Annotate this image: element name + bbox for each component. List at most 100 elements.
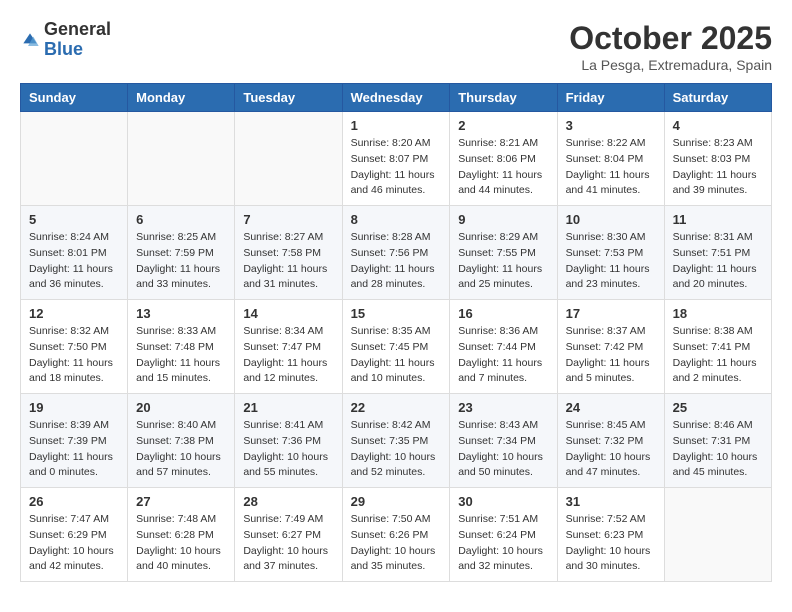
day-info: Sunrise: 7:51 AMSunset: 6:24 PMDaylight:… [458,512,548,575]
day-number: 10 [566,212,656,227]
calendar-cell: 4 Sunrise: 8:23 AMSunset: 8:03 PMDaylight… [664,112,771,206]
day-info: Sunrise: 8:27 AMSunset: 7:58 PMDaylight:… [243,230,333,293]
calendar-cell [128,112,235,206]
weekday-header: Saturday [664,84,771,112]
calendar-cell: 11 Sunrise: 8:31 AMSunset: 7:51 PMDayligh… [664,206,771,300]
calendar-cell: 9 Sunrise: 8:29 AMSunset: 7:55 PMDaylight… [450,206,557,300]
day-info: Sunrise: 8:20 AMSunset: 8:07 PMDaylight:… [351,136,442,199]
day-info: Sunrise: 8:23 AMSunset: 8:03 PMDaylight:… [673,136,763,199]
calendar-cell: 21 Sunrise: 8:41 AMSunset: 7:36 PMDayligh… [235,394,342,488]
day-number: 7 [243,212,333,227]
day-info: Sunrise: 8:22 AMSunset: 8:04 PMDaylight:… [566,136,656,199]
day-number: 28 [243,494,333,509]
day-info: Sunrise: 7:48 AMSunset: 6:28 PMDaylight:… [136,512,226,575]
day-number: 5 [29,212,119,227]
day-info: Sunrise: 8:28 AMSunset: 7:56 PMDaylight:… [351,230,442,293]
day-number: 9 [458,212,548,227]
calendar-cell: 19 Sunrise: 8:39 AMSunset: 7:39 PMDayligh… [21,394,128,488]
weekday-header: Sunday [21,84,128,112]
calendar-week-row: 26 Sunrise: 7:47 AMSunset: 6:29 PMDayligh… [21,488,772,582]
day-info: Sunrise: 8:42 AMSunset: 7:35 PMDaylight:… [351,418,442,481]
day-info: Sunrise: 8:36 AMSunset: 7:44 PMDaylight:… [458,324,548,387]
calendar-cell: 18Sunrise: 8:38 AMSunset: 7:41 PMDayligh… [664,300,771,394]
calendar-cell: 8 Sunrise: 8:28 AMSunset: 7:56 PMDaylight… [342,206,450,300]
day-number: 8 [351,212,442,227]
calendar-cell: 2 Sunrise: 8:21 AMSunset: 8:06 PMDaylight… [450,112,557,206]
calendar-cell: 25 Sunrise: 8:46 AMSunset: 7:31 PMDayligh… [664,394,771,488]
calendar-cell: 13 Sunrise: 8:33 AMSunset: 7:48 PMDayligh… [128,300,235,394]
day-number: 20 [136,400,226,415]
calendar-header-row: SundayMondayTuesdayWednesdayThursdayFrid… [21,84,772,112]
day-number: 26 [29,494,119,509]
day-number: 27 [136,494,226,509]
day-info: Sunrise: 7:49 AMSunset: 6:27 PMDaylight:… [243,512,333,575]
day-number: 21 [243,400,333,415]
calendar-week-row: 1 Sunrise: 8:20 AMSunset: 8:07 PMDaylight… [21,112,772,206]
day-info: Sunrise: 8:37 AMSunset: 7:42 PMDaylight:… [566,324,656,387]
calendar-cell [21,112,128,206]
day-info: Sunrise: 8:24 AMSunset: 8:01 PMDaylight:… [29,230,119,293]
day-info: Sunrise: 8:39 AMSunset: 7:39 PMDaylight:… [29,418,119,481]
weekday-header: Thursday [450,84,557,112]
day-info: Sunrise: 8:38 AMSunset: 7:41 PMDaylight:… [673,324,763,387]
day-info: Sunrise: 8:33 AMSunset: 7:48 PMDaylight:… [136,324,226,387]
calendar-cell: 1 Sunrise: 8:20 AMSunset: 8:07 PMDaylight… [342,112,450,206]
day-number: 15 [351,306,442,321]
day-number: 30 [458,494,548,509]
day-info: Sunrise: 8:45 AMSunset: 7:32 PMDaylight:… [566,418,656,481]
month-title: October 2025 [569,20,772,57]
weekday-header: Tuesday [235,84,342,112]
calendar-cell: 5 Sunrise: 8:24 AMSunset: 8:01 PMDaylight… [21,206,128,300]
day-info: Sunrise: 8:46 AMSunset: 7:31 PMDaylight:… [673,418,763,481]
calendar-cell: 20 Sunrise: 8:40 AMSunset: 7:38 PMDayligh… [128,394,235,488]
calendar-cell: 30 Sunrise: 7:51 AMSunset: 6:24 PMDayligh… [450,488,557,582]
day-number: 23 [458,400,548,415]
calendar-cell: 31 Sunrise: 7:52 AMSunset: 6:23 PMDayligh… [557,488,664,582]
calendar-cell: 16Sunrise: 8:36 AMSunset: 7:44 PMDayligh… [450,300,557,394]
calendar-cell: 15 Sunrise: 8:35 AMSunset: 7:45 PMDayligh… [342,300,450,394]
calendar-week-row: 12Sunrise: 8:32 AMSunset: 7:50 PMDayligh… [21,300,772,394]
day-number: 19 [29,400,119,415]
day-info: Sunrise: 8:21 AMSunset: 8:06 PMDaylight:… [458,136,548,199]
day-info: Sunrise: 8:40 AMSunset: 7:38 PMDaylight:… [136,418,226,481]
location-label: La Pesga, Extremadura, Spain [569,57,772,73]
day-number: 24 [566,400,656,415]
day-info: Sunrise: 8:31 AMSunset: 7:51 PMDaylight:… [673,230,763,293]
calendar-cell: 26 Sunrise: 7:47 AMSunset: 6:29 PMDayligh… [21,488,128,582]
day-number: 6 [136,212,226,227]
day-info: Sunrise: 8:35 AMSunset: 7:45 PMDaylight:… [351,324,442,387]
day-number: 14 [243,306,333,321]
calendar-cell: 7 Sunrise: 8:27 AMSunset: 7:58 PMDaylight… [235,206,342,300]
day-info: Sunrise: 8:41 AMSunset: 7:36 PMDaylight:… [243,418,333,481]
title-block: October 2025 La Pesga, Extremadura, Spai… [569,20,772,73]
calendar-cell [664,488,771,582]
day-number: 13 [136,306,226,321]
calendar-cell: 10Sunrise: 8:30 AMSunset: 7:53 PMDayligh… [557,206,664,300]
day-number: 25 [673,400,763,415]
calendar-cell: 14 Sunrise: 8:34 AMSunset: 7:47 PMDayligh… [235,300,342,394]
day-info: Sunrise: 7:47 AMSunset: 6:29 PMDaylight:… [29,512,119,575]
day-number: 4 [673,118,763,133]
day-number: 2 [458,118,548,133]
calendar-cell: 23Sunrise: 8:43 AMSunset: 7:34 PMDayligh… [450,394,557,488]
weekday-header: Wednesday [342,84,450,112]
calendar-cell: 12Sunrise: 8:32 AMSunset: 7:50 PMDayligh… [21,300,128,394]
day-number: 29 [351,494,442,509]
calendar-week-row: 19 Sunrise: 8:39 AMSunset: 7:39 PMDayligh… [21,394,772,488]
weekday-header: Friday [557,84,664,112]
day-number: 3 [566,118,656,133]
calendar-cell: 29Sunrise: 7:50 AMSunset: 6:26 PMDayligh… [342,488,450,582]
logo: General Blue [20,20,111,60]
day-info: Sunrise: 7:52 AMSunset: 6:23 PMDaylight:… [566,512,656,575]
day-info: Sunrise: 8:34 AMSunset: 7:47 PMDaylight:… [243,324,333,387]
day-info: Sunrise: 8:29 AMSunset: 7:55 PMDaylight:… [458,230,548,293]
weekday-header: Monday [128,84,235,112]
calendar-cell: 27 Sunrise: 7:48 AMSunset: 6:28 PMDayligh… [128,488,235,582]
day-number: 12 [29,306,119,321]
day-number: 17 [566,306,656,321]
day-number: 11 [673,212,763,227]
calendar-cell: 22Sunrise: 8:42 AMSunset: 7:35 PMDayligh… [342,394,450,488]
day-number: 31 [566,494,656,509]
logo-text: General Blue [44,20,111,60]
day-number: 1 [351,118,442,133]
